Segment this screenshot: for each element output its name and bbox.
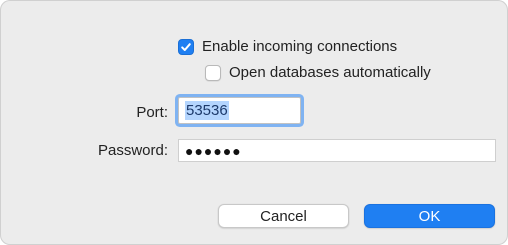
connection-settings-dialog: Enable incoming connections Open databas… bbox=[0, 0, 508, 245]
port-value: 53536 bbox=[185, 101, 229, 120]
ok-button-label: OK bbox=[418, 207, 441, 225]
open-databases-automatically-label: Open databases automatically bbox=[229, 64, 431, 81]
cancel-button-label: Cancel bbox=[260, 207, 307, 225]
open-databases-automatically-row[interactable]: Open databases automatically bbox=[205, 64, 431, 81]
password-label: Password: bbox=[97, 142, 168, 159]
port-label: Port: bbox=[136, 104, 168, 121]
port-input[interactable]: 53536 bbox=[178, 97, 301, 124]
checkmark-icon bbox=[181, 42, 191, 51]
ok-button[interactable]: OK bbox=[364, 204, 495, 228]
password-input[interactable]: ●●●●●● bbox=[178, 139, 496, 162]
enable-incoming-connections-checkbox[interactable] bbox=[178, 38, 194, 55]
enable-incoming-connections-row[interactable]: Enable incoming connections bbox=[178, 38, 397, 55]
open-databases-automatically-checkbox[interactable] bbox=[205, 64, 221, 81]
enable-incoming-connections-label: Enable incoming connections bbox=[202, 38, 398, 55]
cancel-button[interactable]: Cancel bbox=[218, 204, 349, 228]
password-masked-value: ●●●●●● bbox=[185, 142, 242, 159]
